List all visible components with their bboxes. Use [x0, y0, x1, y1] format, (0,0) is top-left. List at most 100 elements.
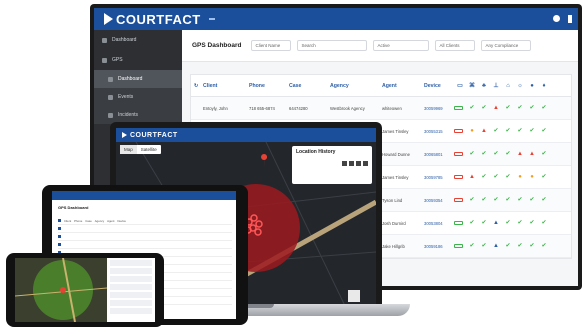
status-ok-icon: ✔	[493, 174, 499, 180]
header-refresh-icon[interactable]: ↻	[191, 83, 203, 89]
row-checkbox[interactable]	[58, 219, 61, 222]
status-ok-icon: ✔	[469, 151, 475, 157]
status-ok-icon: ✔	[493, 128, 499, 134]
stop-icon[interactable]	[356, 161, 361, 166]
status-ok-icon: ✔	[481, 174, 487, 180]
tablet-col-header: Client	[64, 218, 72, 223]
status-amb-icon: ●	[470, 128, 474, 134]
cell-device[interactable]: 30059354	[424, 198, 454, 203]
status-ok-icon: ✔	[469, 243, 475, 249]
tablet-top-bar	[52, 191, 236, 200]
cell-agent: James Tinsley	[382, 174, 409, 180]
phone-list-item[interactable]	[110, 300, 152, 306]
status-warn-icon: ▲	[529, 151, 535, 157]
tablet-table-row[interactable]	[58, 233, 232, 241]
location-col-icon: ●	[530, 82, 534, 89]
status-blue-icon: ▲	[493, 243, 499, 249]
status-ok-icon: ✔	[505, 243, 511, 249]
sidebar-item-gps[interactable]: GPS	[94, 50, 182, 70]
pause-icon[interactable]	[349, 161, 354, 166]
col-agent[interactable]: Agent	[382, 83, 424, 89]
sidebar-item-events[interactable]: Events	[94, 88, 182, 106]
status-ok-icon: ✔	[505, 151, 511, 157]
status-ok-icon: ✔	[529, 243, 535, 249]
tablet-col-header: Phone	[74, 218, 83, 223]
col-agency[interactable]: Agency	[330, 83, 382, 89]
cell-agency: Westbrook Agency	[330, 105, 365, 111]
play-icon[interactable]	[342, 161, 347, 166]
phone-list-item[interactable]	[110, 308, 152, 314]
col-client[interactable]: Client	[203, 83, 249, 89]
status-ok-icon: ✔	[505, 105, 511, 111]
phone	[6, 253, 164, 327]
laptop-logo[interactable]: COURTFACT	[122, 132, 178, 139]
sidebar-item-dashboard[interactable]: Dashboard	[94, 30, 182, 50]
courtfact-logo[interactable]: COURTFACT	[104, 12, 201, 27]
search-input[interactable]: Search	[297, 40, 368, 51]
phone-list-item[interactable]	[110, 292, 152, 298]
status-ok-icon: ✔	[517, 128, 523, 134]
phone-list-item[interactable]	[110, 276, 152, 282]
logo-text: COURTFACT	[116, 11, 201, 27]
compliance-select[interactable]: Any Compliance	[481, 40, 532, 51]
status-ok-icon: ✔	[541, 105, 547, 111]
cell-device[interactable]: 30059969	[424, 106, 454, 111]
col-case[interactable]: Case	[289, 83, 330, 89]
tablet-table-row[interactable]: Client Phone Case Agency Agent Device	[58, 217, 232, 225]
map-pin-icon	[261, 154, 268, 168]
signal-col-icon: ⌘	[469, 82, 475, 89]
status-ok-icon: ✔	[481, 105, 487, 111]
tablet-table-row[interactable]	[58, 225, 232, 233]
menu-icon[interactable]	[208, 18, 215, 20]
cell-device[interactable]: 30053804	[424, 221, 454, 226]
status-select[interactable]: Active	[373, 40, 430, 51]
more-icon[interactable]	[568, 15, 572, 23]
phone-location-dot	[60, 287, 66, 293]
tab-satellite[interactable]: Satellite	[137, 145, 161, 154]
client-name-select[interactable]: Client Name	[251, 40, 292, 51]
tab-map[interactable]: Map	[120, 145, 137, 154]
row-checkbox[interactable]	[58, 235, 61, 238]
status-ok-icon: ✔	[469, 105, 475, 111]
status-ok-icon: ✔	[517, 220, 523, 226]
tablet-col-header: Case	[85, 218, 92, 223]
col-device[interactable]: Device	[424, 83, 454, 89]
close-icon[interactable]	[363, 161, 368, 166]
row-checkbox[interactable]	[58, 243, 61, 246]
phone-list-item[interactable]	[110, 284, 152, 290]
status-ok-icon: ✔	[529, 220, 535, 226]
cell-device[interactable]: 30065801	[424, 152, 454, 157]
phone-list-item[interactable]	[110, 260, 152, 266]
cell-device[interactable]: 30059186	[424, 244, 454, 249]
table-row[interactable]: Entoyly, John 718 655-6874 64474280 Westbro…	[191, 97, 571, 120]
row-checkbox[interactable]	[58, 227, 61, 230]
phone-list-item[interactable]	[110, 268, 152, 274]
status-ok-icon: ✔	[541, 151, 547, 157]
status-ok-icon: ✔	[541, 197, 547, 203]
page-title: GPS Dashboard	[192, 42, 242, 49]
map-type-tabs: Map Satellite	[120, 145, 161, 154]
cell-agent: whiteowen	[382, 105, 402, 111]
clients-select[interactable]: All Clients	[435, 40, 476, 51]
status-ok-icon: ✔	[505, 220, 511, 226]
home-icon	[108, 76, 113, 82]
cell-device[interactable]: 30059785	[424, 175, 454, 180]
col-phone[interactable]: Phone	[249, 83, 289, 89]
toolbar: GPS Dashboard Client Name Search Active …	[182, 30, 578, 62]
status-blue-icon: ▲	[493, 220, 499, 226]
status-ok-icon: ✔	[517, 243, 523, 249]
device-showcase: COURTFACT Dashboard GPS Dashboard Events Inc…	[0, 0, 584, 328]
cell-device[interactable]: 30055315	[424, 129, 454, 134]
user-icon[interactable]	[553, 15, 560, 22]
dashboard-icon	[102, 37, 107, 43]
battery-icon	[454, 220, 466, 226]
status-ok-icon: ✔	[541, 243, 547, 249]
cell-agent: James Tinsley	[382, 128, 409, 134]
phone-map[interactable]	[15, 258, 107, 322]
battery-col-icon: ▭	[457, 82, 463, 89]
incidents-icon	[108, 112, 113, 118]
tablet-table-row[interactable]	[58, 241, 232, 249]
status-amb-icon: ●	[530, 174, 534, 180]
battery-icon	[454, 151, 466, 157]
sidebar-item-dashboard[interactable]: Dashboard	[94, 70, 182, 88]
